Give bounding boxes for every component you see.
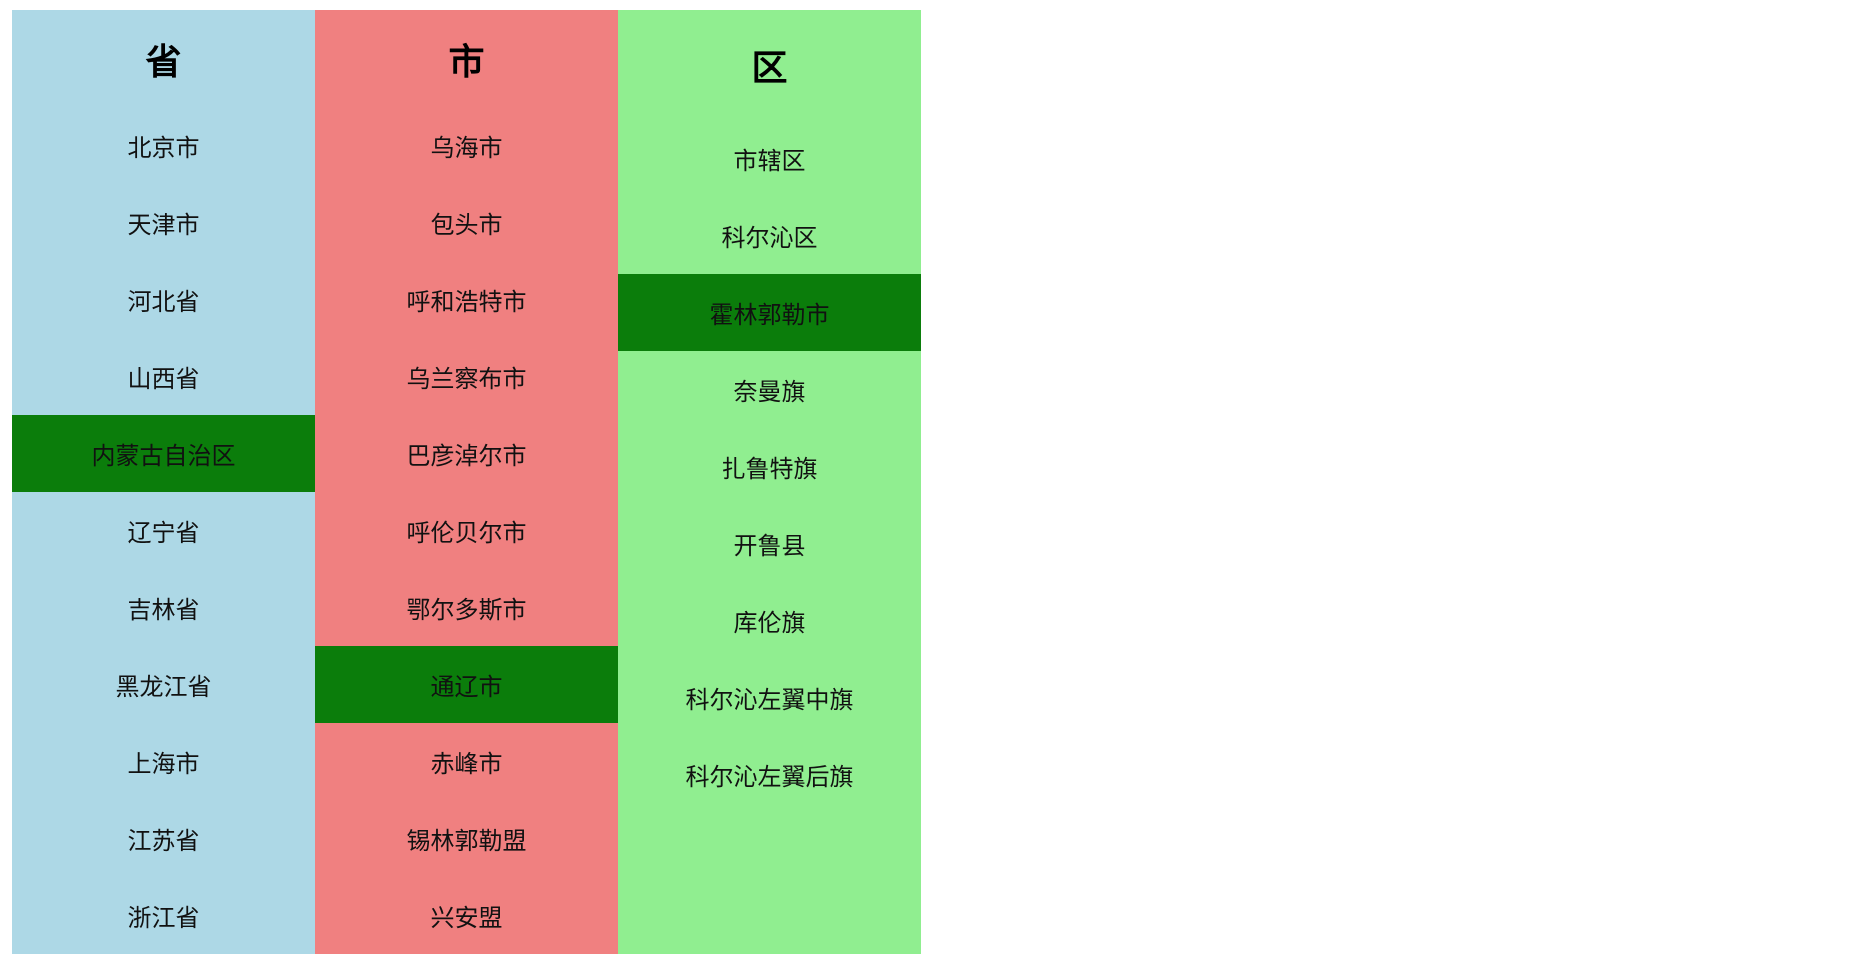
province-item[interactable]: 山西省 <box>12 338 315 415</box>
province-item[interactable]: 天津市 <box>12 184 315 261</box>
district-item-selected[interactable]: 霍林郭勒市 <box>618 274 921 351</box>
province-item[interactable]: 黑龙江省 <box>12 646 315 723</box>
province-item[interactable]: 上海市 <box>12 723 315 800</box>
district-item[interactable]: 科尔沁左翼中旗 <box>618 659 921 736</box>
district-item[interactable]: 库伦旗 <box>618 582 921 659</box>
province-item[interactable]: 浙江省 <box>12 877 315 954</box>
province-item-selected[interactable]: 内蒙古自治区 <box>12 415 315 492</box>
city-item[interactable]: 赤峰市 <box>315 723 618 800</box>
province-column-header: 省 <box>145 41 182 83</box>
city-item[interactable]: 呼和浩特市 <box>315 261 618 338</box>
region-picker: 省 北京市 天津市 河北省 山西省 内蒙古自治区 辽宁省 吉林省 黑龙江省 上海市 江苏省 浙江省 … <box>12 10 921 954</box>
province-item[interactable]: 吉林省 <box>12 569 315 646</box>
district-item[interactable]: 扎鲁特旗 <box>618 428 921 505</box>
city-column-header: 市 <box>448 41 485 83</box>
city-item[interactable]: 乌海市 <box>315 107 618 184</box>
district-item[interactable]: 科尔沁区 <box>618 197 921 274</box>
city-item[interactable]: 巴彦淖尔市 <box>315 415 618 492</box>
district-item[interactable]: 开鲁县 <box>618 505 921 582</box>
province-column: 省 北京市 天津市 河北省 山西省 内蒙古自治区 辽宁省 吉林省 黑龙江省 上海市 江苏省 浙江省 <box>12 10 315 954</box>
district-column: 区 市辖区 科尔沁区 霍林郭勒市 奈曼旗 扎鲁特旗 开鲁县 库伦旗 科尔沁左翼中旗 科尔沁左翼后… <box>618 10 921 954</box>
city-list: 乌海市 包头市 呼和浩特市 乌兰察布市 巴彦淖尔市 呼伦贝尔市 鄂尔多斯市 通辽市 赤峰市 锡林郭… <box>315 107 618 954</box>
district-column-header: 区 <box>751 48 788 89</box>
district-list: 市辖区 科尔沁区 霍林郭勒市 奈曼旗 扎鲁特旗 开鲁县 库伦旗 科尔沁左翼中旗 科尔沁左翼后旗 <box>618 120 921 813</box>
province-item[interactable]: 辽宁省 <box>12 492 315 569</box>
district-item[interactable]: 科尔沁左翼后旗 <box>618 736 921 813</box>
city-item-selected[interactable]: 通辽市 <box>315 646 618 723</box>
province-item[interactable]: 北京市 <box>12 107 315 184</box>
city-item[interactable]: 兴安盟 <box>315 877 618 954</box>
city-item[interactable]: 呼伦贝尔市 <box>315 492 618 569</box>
district-item[interactable]: 奈曼旗 <box>618 351 921 428</box>
province-item[interactable]: 河北省 <box>12 261 315 338</box>
city-item[interactable]: 乌兰察布市 <box>315 338 618 415</box>
city-item[interactable]: 锡林郭勒盟 <box>315 800 618 877</box>
city-item[interactable]: 鄂尔多斯市 <box>315 569 618 646</box>
province-item[interactable]: 江苏省 <box>12 800 315 877</box>
city-column: 市 乌海市 包头市 呼和浩特市 乌兰察布市 巴彦淖尔市 呼伦贝尔市 鄂尔多斯市 通辽市 赤峰市锡… <box>315 10 618 954</box>
province-list: 北京市 天津市 河北省 山西省 内蒙古自治区 辽宁省 吉林省 黑龙江省 上海市 江苏省 浙江省 <box>12 107 315 954</box>
city-item[interactable]: 包头市 <box>315 184 618 261</box>
district-item[interactable]: 市辖区 <box>618 120 921 197</box>
